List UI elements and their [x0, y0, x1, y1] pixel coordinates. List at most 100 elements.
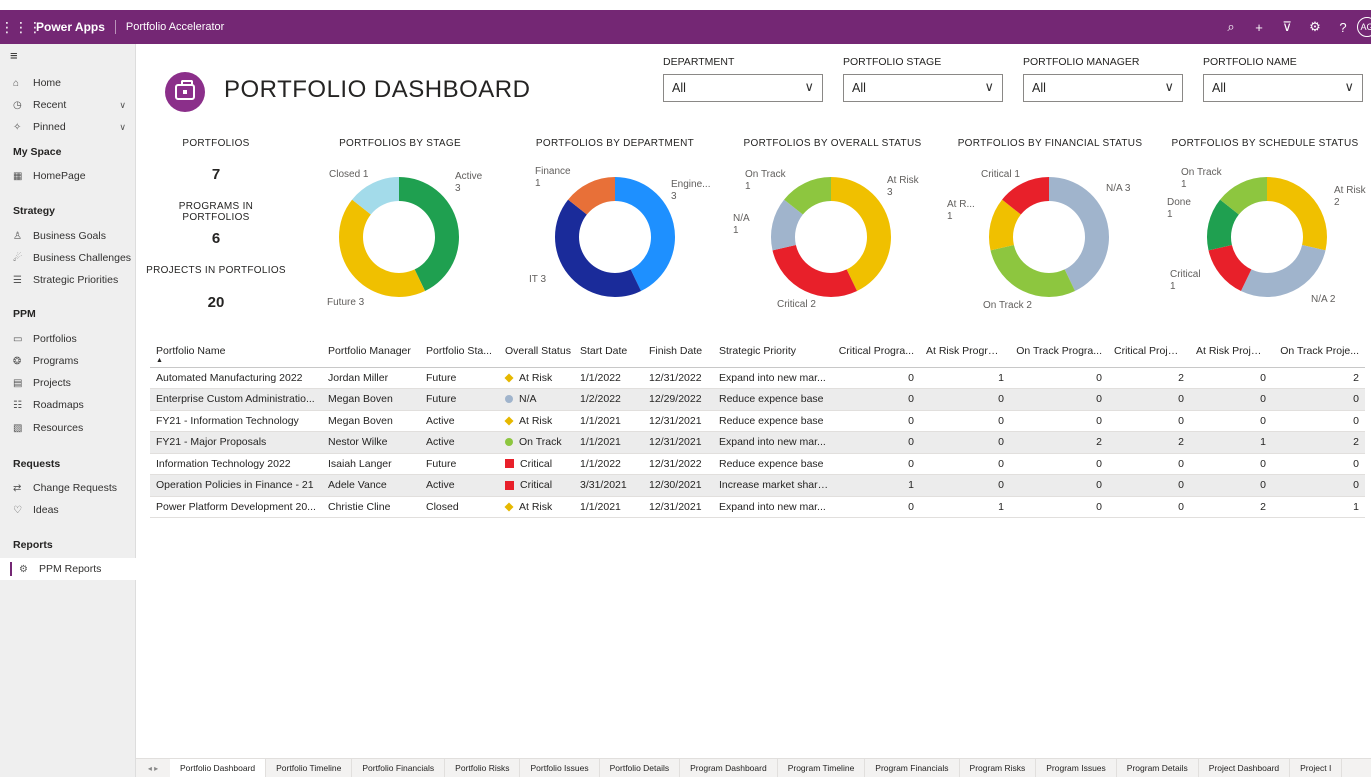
- sidebar-item-portfolios[interactable]: ▭ Portfolios: [0, 328, 136, 350]
- chevron-down-icon[interactable]: ∨: [119, 122, 126, 133]
- report-tab[interactable]: Portfolio Details: [600, 759, 681, 777]
- avatar[interactable]: AG: [1357, 17, 1371, 37]
- table-cell: FY21 - Information Technology: [150, 410, 322, 432]
- portfolio-name-dropdown[interactable]: All ∨: [1203, 74, 1363, 102]
- column-header[interactable]: Portfolio Sta...: [420, 335, 499, 368]
- donut-chart-stage[interactable]: Active 3 Future 3 Closed 1: [327, 169, 483, 308]
- table-row[interactable]: Operation Policies in Finance - 21 Adele …: [150, 474, 1365, 497]
- status-indicator-icon: [505, 395, 513, 404]
- table-row[interactable]: FY21 - Information Technology Megan Boven…: [150, 410, 1365, 432]
- sidebar-item-change-requests[interactable]: ⇄ Change Requests: [0, 477, 136, 499]
- report-tab[interactable]: Program Details: [1117, 759, 1199, 777]
- table-row[interactable]: Enterprise Custom Administratio... Megan …: [150, 388, 1365, 411]
- donut-chart-department[interactable]: Engine... 3 IT 3 Finance 1: [529, 166, 710, 297]
- column-header[interactable]: Critical Projects: [1108, 335, 1190, 368]
- help-icon[interactable]: ?: [1329, 20, 1357, 35]
- project-icon: ▤: [13, 377, 23, 389]
- sidebar-item-roadmaps[interactable]: ☷ Roadmaps: [0, 394, 136, 416]
- table-row[interactable]: Information Technology 2022 Isaiah Langer…: [150, 453, 1365, 475]
- report-tab[interactable]: Portfolio Timeline: [266, 759, 353, 777]
- department-filter[interactable]: DEPARTMENT All ∨: [663, 56, 823, 102]
- tab-scroll-arrows-icon[interactable]: ◂ ▸: [136, 764, 170, 773]
- table-row[interactable]: FY21 - Major Proposals Nestor Wilke Active…: [150, 431, 1365, 454]
- nav-group-my-space: My Space: [13, 146, 62, 158]
- table-cell: N/A: [499, 388, 574, 411]
- sidebar-item-ppm-reports[interactable]: ⚙ PPM Reports: [0, 558, 136, 580]
- filter-label: DEPARTMENT: [663, 56, 735, 68]
- report-tab[interactable]: Portfolio Financials: [352, 759, 446, 777]
- chevron-down-icon[interactable]: ∨: [984, 79, 994, 95]
- report-tab[interactable]: Program Dashboard: [680, 759, 778, 777]
- sidebar-item-business-challenges[interactable]: ☄ Business Challenges: [0, 247, 136, 269]
- dashboard-icon: ▦: [13, 170, 23, 182]
- report-tab[interactable]: Project Dashboard: [1199, 759, 1291, 777]
- portfolio-stage-dropdown[interactable]: All ∨: [843, 74, 1003, 102]
- sidebar-item-recent[interactable]: ◷ Recent ∨: [0, 94, 136, 116]
- column-header[interactable]: Portfolio Name ▲: [150, 335, 322, 368]
- sidebar-item-home[interactable]: ⌂ Home: [0, 72, 136, 94]
- report-tab[interactable]: Project I: [1290, 759, 1343, 777]
- sidebar-item-ideas[interactable]: ♡ Ideas: [0, 499, 136, 521]
- portfolio-name-filter[interactable]: PORTFOLIO NAME All ∨: [1203, 56, 1363, 102]
- column-header[interactable]: At Risk Programs: [920, 335, 1010, 368]
- report-tab[interactable]: Program Financials: [865, 759, 960, 777]
- column-header[interactable]: Finish Date: [643, 335, 713, 368]
- app-name[interactable]: Power Apps: [36, 20, 116, 34]
- search-icon[interactable]: ⌕: [1217, 19, 1245, 35]
- column-header[interactable]: Critical Progra...: [831, 335, 920, 368]
- department-dropdown[interactable]: All ∨: [663, 74, 823, 102]
- column-header[interactable]: At Risk Projects: [1190, 335, 1272, 368]
- report-tab[interactable]: Portfolio Issues: [520, 759, 600, 777]
- donut-slice[interactable]: [1267, 177, 1327, 251]
- portfolio-stage-filter[interactable]: PORTFOLIO STAGE All ∨: [843, 56, 1003, 102]
- sidebar-item-resources[interactable]: ▧ Resources: [0, 417, 136, 439]
- donut-slice[interactable]: [1240, 245, 1326, 297]
- table-row[interactable]: Power Platform Development 20... Christie…: [150, 496, 1365, 518]
- column-header[interactable]: On Track Proje...: [1272, 335, 1365, 368]
- sidebar-item-business-goals[interactable]: ♙ Business Goals: [0, 225, 136, 247]
- slice-label: IT 3: [529, 274, 546, 285]
- app-launcher-icon[interactable]: ⋮⋮⋮: [0, 19, 42, 36]
- column-header[interactable]: On Track Progra...: [1010, 335, 1108, 368]
- table-cell: Active: [420, 474, 499, 497]
- report-tab[interactable]: Program Issues: [1036, 759, 1117, 777]
- column-header[interactable]: Start Date: [574, 335, 643, 368]
- portfolio-manager-filter[interactable]: PORTFOLIO MANAGER All ∨: [1023, 56, 1183, 102]
- report-tab[interactable]: Portfolio Dashboard: [170, 759, 267, 777]
- donut-slice[interactable]: [555, 199, 642, 297]
- hamburger-icon[interactable]: ≡: [10, 48, 18, 63]
- table-row[interactable]: Automated Manufacturing 2022 Jordan Mille…: [150, 367, 1365, 389]
- chevron-down-icon[interactable]: ∨: [1344, 79, 1354, 95]
- sort-ascending-icon[interactable]: ▲: [156, 357, 163, 364]
- sidebar-item-programs[interactable]: ❂ Programs: [0, 350, 136, 372]
- report-tab[interactable]: Program Risks: [960, 759, 1037, 777]
- chevron-down-icon[interactable]: ∨: [804, 79, 814, 95]
- column-header[interactable]: Portfolio Manager: [322, 335, 420, 368]
- donut-chart-overall-status[interactable]: At Risk 3 Critical 2 N/A 1 On Track 1: [733, 169, 920, 310]
- sidebar-item-homepage[interactable]: ▦ HomePage: [0, 165, 136, 187]
- slice-label: On Track 1: [745, 169, 787, 192]
- table-cell: 2: [1190, 496, 1272, 518]
- status-text: On Track: [519, 436, 562, 449]
- kpi-portfolios-value: 7: [211, 166, 221, 183]
- filter-icon[interactable]: ⊽: [1273, 19, 1301, 35]
- chevron-down-icon[interactable]: ∨: [1164, 79, 1174, 95]
- column-header[interactable]: Overall Status: [499, 335, 574, 368]
- donut-slice[interactable]: [772, 245, 858, 297]
- table-cell: 0: [920, 410, 1010, 432]
- add-icon[interactable]: +: [1245, 20, 1273, 35]
- donut-slice[interactable]: [339, 199, 426, 297]
- donut-slice[interactable]: [990, 245, 1076, 297]
- sidebar-item-pinned[interactable]: ✧ Pinned ∨: [0, 116, 136, 138]
- donut-chart-financial-status[interactable]: N/A 3 On Track 2 At R... 1 Critical 1: [947, 169, 1131, 311]
- column-header[interactable]: Strategic Priority: [713, 335, 831, 368]
- app-breadcrumb[interactable]: Portfolio Accelerator: [116, 21, 224, 33]
- settings-icon[interactable]: ⚙: [1301, 19, 1329, 35]
- sidebar-item-strategic-priorities[interactable]: ☰ Strategic Priorities: [0, 269, 136, 291]
- report-tab[interactable]: Program Timeline: [778, 759, 866, 777]
- portfolio-manager-dropdown[interactable]: All ∨: [1023, 74, 1183, 102]
- report-tab[interactable]: Portfolio Risks: [445, 759, 521, 777]
- sidebar-item-projects[interactable]: ▤ Projects: [0, 372, 136, 394]
- donut-chart-schedule-status[interactable]: At Risk 2 N/A 2 Critical 1 Done 1 On Track 1: [1167, 167, 1367, 305]
- chevron-down-icon[interactable]: ∨: [119, 100, 126, 111]
